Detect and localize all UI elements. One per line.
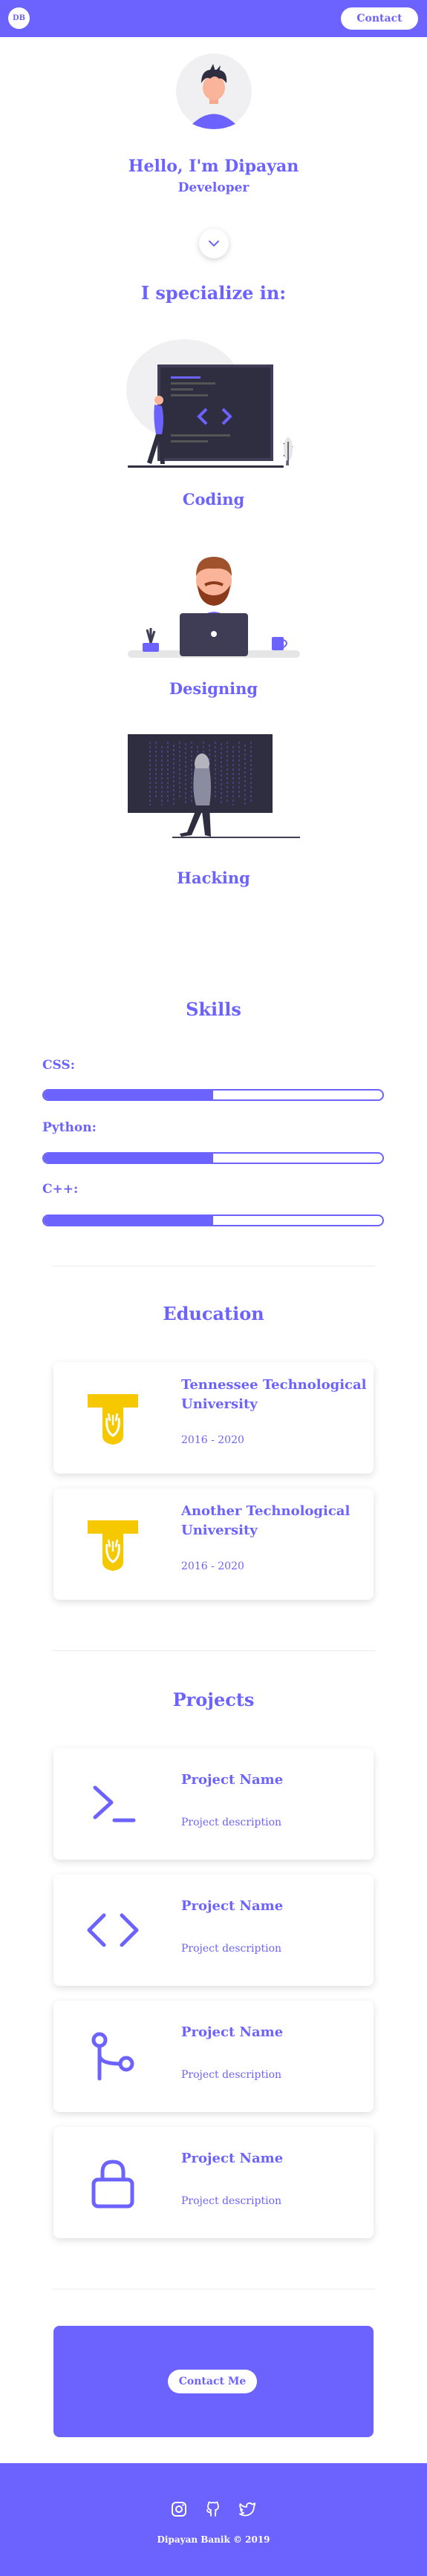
contact-me-button[interactable]: Contact Me xyxy=(168,2370,257,2393)
project-description: Project description xyxy=(181,2069,282,2081)
project-card[interactable]: Project Name Project description xyxy=(53,1748,374,1860)
project-description: Project description xyxy=(181,1817,282,1828)
hero-title: Hello, I'm Dipayan xyxy=(128,157,299,176)
skill-bar-css xyxy=(42,1089,384,1101)
hero-subtitle: Developer xyxy=(177,180,250,195)
education-title: Education xyxy=(163,1303,264,1324)
skill-label-cpp: C++: xyxy=(42,1182,79,1197)
specialize-label-hacking: Hacking xyxy=(177,869,250,887)
education-card[interactable]: Another Technological University 2016 - … xyxy=(53,1488,374,1600)
skill-bar-fill xyxy=(44,1216,213,1225)
twitter-icon xyxy=(239,2502,256,2517)
skill-bar-cpp xyxy=(42,1215,384,1226)
footer: Dipayan Banik © 2019 xyxy=(0,2463,427,2576)
project-name: Project Name xyxy=(181,2151,284,2166)
hacking-illustration xyxy=(128,734,300,838)
chevron-down-icon xyxy=(209,241,219,247)
instagram-link[interactable] xyxy=(169,2499,189,2520)
skill-label-css: CSS: xyxy=(42,1058,75,1073)
skills-title: Skills xyxy=(186,998,241,1020)
terminal-icon xyxy=(93,1785,136,1823)
specialize-label-designing: Designing xyxy=(169,679,258,698)
code-icon xyxy=(87,1913,139,1947)
twitter-link[interactable] xyxy=(237,2499,258,2520)
scroll-down-button[interactable] xyxy=(199,229,229,258)
education-card[interactable]: Tennessee Technological University 2016 … xyxy=(53,1362,374,1474)
designing-illustration xyxy=(128,557,300,658)
project-name: Project Name xyxy=(181,1772,284,1788)
skill-bar-fill xyxy=(44,1154,213,1163)
footer-copyright: Dipayan Banik © 2019 xyxy=(157,2534,270,2545)
skill-label-python: Python: xyxy=(42,1120,97,1135)
instagram-icon xyxy=(172,2502,186,2517)
project-card[interactable]: Project Name Project description xyxy=(53,2127,374,2238)
avatar xyxy=(176,53,252,129)
skill-bar-python xyxy=(42,1152,384,1164)
university-logo-icon xyxy=(88,1520,138,1571)
education-name: Tennessee Technological University xyxy=(181,1377,367,1412)
project-name: Project Name xyxy=(181,1898,284,1914)
github-link[interactable] xyxy=(203,2499,224,2520)
git-branch-icon xyxy=(91,2032,134,2081)
github-icon xyxy=(206,2501,219,2517)
coding-illustration xyxy=(126,339,293,468)
education-name: Another Technological University xyxy=(181,1503,351,1538)
project-card[interactable]: Project Name Project description xyxy=(53,1874,374,1986)
contact-button[interactable]: Contact xyxy=(341,7,418,30)
project-description: Project description xyxy=(181,1943,282,1955)
project-description: Project description xyxy=(181,2195,282,2207)
contact-cta-panel: Contact Me xyxy=(53,2326,374,2437)
divider xyxy=(52,1650,375,1651)
specialize-title: I specialize in: xyxy=(140,282,287,304)
navbar: DB Contact xyxy=(0,0,427,37)
skill-bar-fill xyxy=(44,1091,213,1099)
university-logo-icon xyxy=(88,1394,138,1445)
education-years: 2016 - 2020 xyxy=(181,1434,244,1446)
logo[interactable]: DB xyxy=(8,7,30,29)
lock-icon xyxy=(91,2160,134,2209)
education-years: 2016 - 2020 xyxy=(181,1560,244,1572)
project-card[interactable]: Project Name Project description xyxy=(53,2001,374,2112)
projects-title: Projects xyxy=(172,1689,255,1710)
project-name: Project Name xyxy=(181,2024,284,2040)
specialize-label-coding: Coding xyxy=(182,490,245,509)
